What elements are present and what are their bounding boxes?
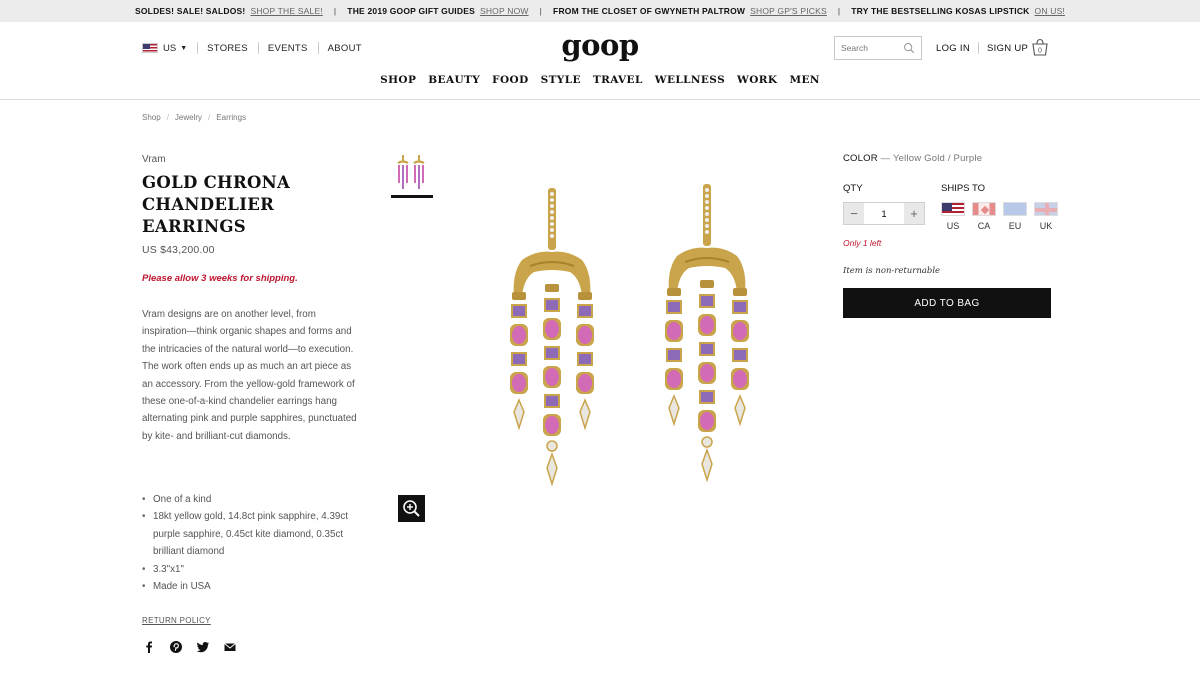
promo-link[interactable]: ON US! <box>1035 6 1065 16</box>
breadcrumb-jewelry[interactable]: Jewelry <box>175 113 202 122</box>
nav-travel[interactable]: TRAVEL <box>593 74 643 86</box>
right-earring <box>664 183 750 481</box>
promo-item: FROM THE CLOSET OF GWYNETH PALTROW SHOP G… <box>553 6 827 16</box>
shopping-bag-icon[interactable]: 0 <box>1030 37 1050 57</box>
header-divider <box>0 99 1200 100</box>
stock-note: Only 1 left <box>843 238 882 248</box>
twitter-icon[interactable] <box>196 640 210 654</box>
thumbnail-active-indicator <box>391 195 433 198</box>
eu-flag-icon <box>1003 202 1027 216</box>
divider <box>978 42 980 54</box>
ships-to-flags: US CA EU UK <box>941 202 1058 231</box>
canada-flag-icon <box>972 202 996 216</box>
email-icon[interactable] <box>223 640 237 654</box>
product-thumbnail[interactable] <box>391 153 433 193</box>
quantity-stepper: − + <box>843 202 925 225</box>
product-brand[interactable]: Vram <box>142 154 166 165</box>
signup-link[interactable]: SIGN UP <box>987 43 1028 54</box>
promo-separator: | <box>333 6 337 16</box>
account-links: LOG IN SIGN UP <box>936 42 1028 54</box>
product-title: GOLD CHRONA CHANDELIER EARRINGS <box>142 173 291 236</box>
shipping-note: Please allow 3 weeks for shipping. <box>142 273 298 284</box>
ships-to-uk: UK <box>1034 202 1058 231</box>
login-link[interactable]: LOG IN <box>936 43 970 54</box>
color-value: — Yellow Gold / Purple <box>880 153 983 164</box>
return-policy-link[interactable]: RETURN POLICY <box>142 616 211 625</box>
promo-item: TRY THE BESTSELLING KOSAS LIPSTICK ON US! <box>851 6 1065 16</box>
nav-men[interactable]: MEN <box>789 74 819 86</box>
qty-label: QTY <box>843 183 863 194</box>
ships-to-us: US <box>941 202 965 231</box>
promo-link[interactable]: SHOP THE SALE! <box>250 6 322 16</box>
breadcrumb: Shop / Jewelry / Earrings <box>142 113 247 122</box>
breadcrumb-shop[interactable]: Shop <box>142 113 161 122</box>
product-main-image[interactable] <box>500 178 770 498</box>
promo-link[interactable]: SHOP GP'S PICKS <box>750 6 827 16</box>
ships-to-eu: EU <box>1003 202 1027 231</box>
promo-link[interactable]: SHOP NOW <box>480 6 529 16</box>
detail-item: Made in USA <box>142 578 357 596</box>
color-label: COLOR <box>843 153 878 164</box>
bag-count: 0 <box>1038 48 1042 55</box>
color-option: COLOR — Yellow Gold / Purple <box>843 153 982 164</box>
search-input[interactable] <box>841 43 903 53</box>
social-share <box>142 640 237 654</box>
detail-item: 18kt yellow gold, 14.8ct pink sapphire, … <box>142 508 357 560</box>
nav-beauty[interactable]: BEAUTY <box>428 74 480 86</box>
add-to-bag-button[interactable]: ADD TO BAG <box>843 288 1051 318</box>
nav-wellness[interactable]: WELLNESS <box>655 74 725 86</box>
search-box[interactable] <box>834 36 922 60</box>
promo-item: THE 2019 GOOP GIFT GUIDES SHOP NOW <box>347 6 529 16</box>
nav-shop[interactable]: SHOP <box>380 74 416 86</box>
pinterest-icon[interactable] <box>169 640 183 654</box>
product-description: Vram designs are on another level, from … <box>142 309 357 442</box>
us-flag-icon <box>941 202 965 216</box>
uk-flag-icon <box>1034 202 1058 216</box>
left-earring <box>509 187 595 485</box>
nav-work[interactable]: WORK <box>737 74 777 86</box>
non-returnable-note: Item is non-returnable <box>843 266 941 276</box>
ships-to-label: SHIPS TO <box>941 183 985 194</box>
promo-separator: | <box>837 6 841 16</box>
promo-separator: | <box>539 6 543 16</box>
zoom-in-icon[interactable] <box>398 495 425 522</box>
main-nav: SHOP BEAUTY FOOD STYLE TRAVEL WELLNESS W… <box>0 74 1200 86</box>
nav-food[interactable]: FOOD <box>492 74 528 86</box>
ships-to-ca: CA <box>972 202 996 231</box>
breadcrumb-earrings[interactable]: Earrings <box>216 113 246 122</box>
product-details: One of a kind 18kt yellow gold, 14.8ct p… <box>142 491 357 596</box>
search-icon[interactable] <box>903 41 915 55</box>
promo-item: SOLDES! SALE! SALDOS! SHOP THE SALE! <box>135 6 323 16</box>
detail-item: 3.3"x1" <box>142 561 357 579</box>
decrement-button[interactable]: − <box>844 203 864 224</box>
quantity-input[interactable] <box>864 203 904 224</box>
detail-item: One of a kind <box>142 491 357 509</box>
facebook-icon[interactable] <box>142 640 156 654</box>
product-price: US $43,200.00 <box>142 244 215 256</box>
promo-bar: SOLDES! SALE! SALDOS! SHOP THE SALE! | TH… <box>0 0 1200 22</box>
nav-style[interactable]: STYLE <box>541 74 581 86</box>
increment-button[interactable]: + <box>904 203 924 224</box>
